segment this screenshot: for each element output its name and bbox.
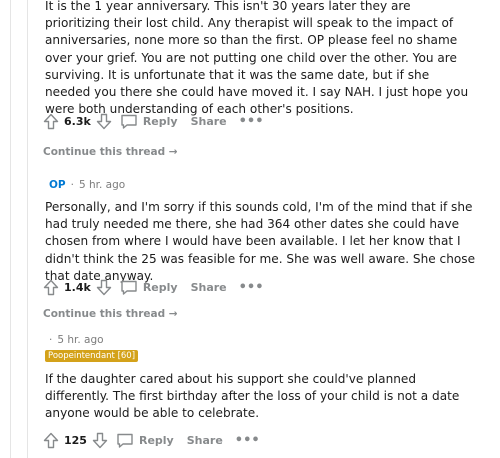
more-options-button[interactable]: •••: [239, 280, 264, 295]
timestamp[interactable]: 5 hr. ago: [79, 179, 125, 191]
continue-thread-link[interactable]: Continue this thread →: [43, 308, 178, 320]
comment-icon: [121, 280, 137, 295]
upvote-icon[interactable]: [43, 279, 59, 296]
user-flair: Poopeintendant [60]: [45, 350, 139, 362]
separator: ·: [70, 179, 74, 191]
downvote-icon[interactable]: [92, 432, 108, 449]
share-button[interactable]: Share: [191, 115, 227, 128]
comment-icon: [117, 433, 133, 448]
thread-line-outer[interactable]: [10, 0, 11, 458]
share-button[interactable]: Share: [187, 434, 223, 447]
reply-button[interactable]: Reply: [116, 432, 174, 449]
share-button[interactable]: Share: [191, 281, 227, 294]
comment-icon: [121, 114, 137, 129]
comment-actions: 6.3k Reply Share •••: [43, 111, 264, 131]
comment-body: Personally, and I'm sorry if this sounds…: [45, 200, 476, 283]
upvote-icon[interactable]: [43, 113, 59, 130]
more-options-button[interactable]: •••: [235, 433, 260, 448]
reply-label: Reply: [142, 280, 178, 294]
timestamp[interactable]: 5 hr. ago: [57, 334, 103, 346]
comment-meta: OP · 5 hr. ago: [49, 179, 125, 191]
vote-score: 6.3k: [64, 114, 91, 128]
separator: ·: [49, 334, 53, 346]
comment-body: It is the 1 year anniversary. This isn't…: [45, 0, 469, 117]
reply-label: Reply: [142, 114, 178, 128]
op-badge[interactable]: OP: [49, 179, 66, 191]
continue-thread-link[interactable]: Continue this thread →: [43, 146, 178, 158]
vote-score: 1.4k: [64, 280, 91, 294]
more-options-button[interactable]: •••: [239, 114, 264, 129]
reply-button[interactable]: Reply: [120, 279, 178, 296]
upvote-icon[interactable]: [43, 432, 59, 449]
comment-body: If the daughter cared about his support …: [45, 372, 460, 421]
comment-meta: · 5 hr. ago: [49, 334, 104, 346]
reply-label: Reply: [138, 433, 174, 447]
comment-actions: 125 Reply Share •••: [43, 430, 260, 450]
downvote-icon[interactable]: [96, 279, 112, 296]
comment-actions: 1.4k Reply Share •••: [43, 277, 264, 297]
thread-line-inner[interactable]: [27, 0, 28, 458]
vote-score: 125: [64, 433, 87, 447]
reply-button[interactable]: Reply: [120, 113, 178, 130]
downvote-icon[interactable]: [96, 113, 112, 130]
